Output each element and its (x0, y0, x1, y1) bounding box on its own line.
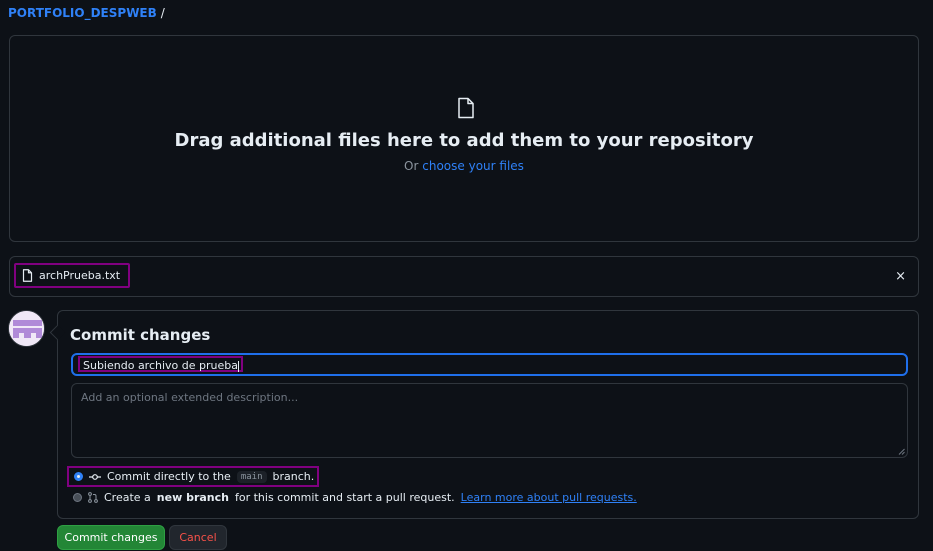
branch-name: main (236, 470, 267, 483)
avatar-identicon (9, 311, 44, 346)
commit-changes-button[interactable]: Commit changes (57, 525, 165, 550)
text-caret (238, 360, 239, 372)
file-dropzone[interactable]: Drag additional files here to add them t… (9, 35, 919, 242)
new-branch-prefix: Create a (104, 491, 151, 504)
new-branch-suffix: for this commit and start a pull request… (234, 491, 455, 504)
commit-icon (89, 473, 101, 480)
commit-description-input[interactable]: Add an optional extended description... (71, 383, 908, 458)
commit-title: Commit changes (70, 326, 211, 344)
or-text: Or (404, 159, 419, 173)
close-icon[interactable]: × (895, 269, 906, 284)
commit-summary-input[interactable]: Subiendo archivo de prueba (71, 353, 908, 376)
uploaded-file-row: archPrueba.txt × (9, 256, 919, 297)
commit-direct-prefix: Commit directly to the (107, 470, 231, 483)
repo-link[interactable]: PORTFOLIO_DESPWEB (8, 6, 157, 20)
commit-panel: Commit changes Subiendo archivo de prueb… (57, 310, 919, 519)
commit-direct-option[interactable]: Commit directly to the main branch. (67, 466, 320, 487)
choose-files-link[interactable]: choose your files (422, 159, 524, 173)
file-icon (22, 269, 33, 282)
commit-direct-suffix: branch. (272, 470, 315, 483)
dropzone-subtext: Or choose your files (10, 159, 918, 173)
uploaded-file-name: archPrueba.txt (39, 269, 121, 282)
pull-request-icon (88, 492, 98, 503)
resize-grip-icon[interactable] (898, 448, 905, 455)
learn-more-link[interactable]: Learn more about pull requests. (461, 491, 637, 504)
uploaded-file: archPrueba.txt (14, 263, 131, 288)
breadcrumb: PORTFOLIO_DESPWEB / (8, 6, 165, 20)
radio-commit-direct[interactable] (74, 472, 83, 481)
avatar (8, 310, 45, 347)
breadcrumb-separator: / (160, 6, 165, 20)
cancel-button[interactable]: Cancel (169, 525, 227, 550)
new-branch-option[interactable]: Create a new branch for this commit and … (73, 491, 637, 504)
radio-new-branch[interactable] (73, 493, 82, 502)
dropzone-heading: Drag additional files here to add them t… (174, 130, 754, 151)
commit-summary-value: Subiendo archivo de prueba (78, 356, 243, 372)
file-icon (458, 97, 474, 119)
new-branch-bold: new branch (156, 491, 229, 504)
description-placeholder: Add an optional extended description... (81, 391, 299, 404)
